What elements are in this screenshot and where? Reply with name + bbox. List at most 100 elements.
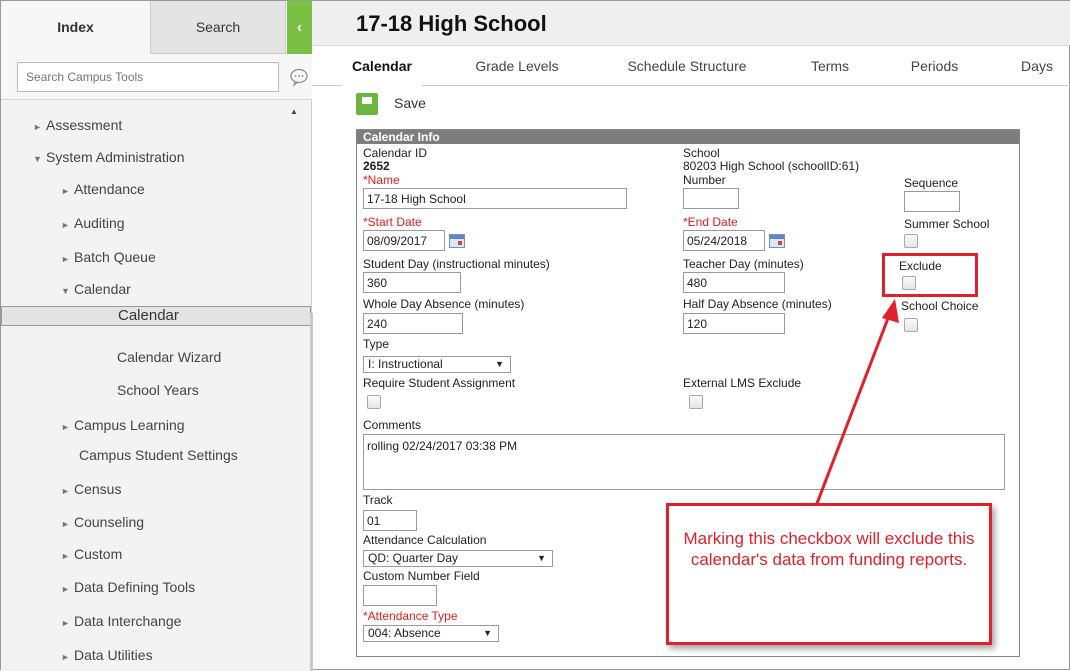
school-choice-label: School Choice [901, 299, 979, 313]
tab-search[interactable]: Search [151, 1, 286, 54]
attendance-calculation-label: Attendance Calculation [363, 533, 487, 547]
sidebar-item-label: Campus Student Settings [79, 447, 238, 463]
collapse-sidebar-button[interactable]: ‹ [287, 1, 312, 54]
attendance-type-label: *Attendance Type [363, 609, 458, 623]
chevron-right-icon: ► [61, 220, 70, 230]
whole-day-absence-input[interactable] [363, 313, 463, 334]
teacher-day-label: Teacher Day (minutes) [683, 257, 804, 271]
comments-textarea[interactable]: rolling 02/24/2017 03:38 PM [363, 434, 1005, 490]
whole-day-absence-label: Whole Day Absence (minutes) [363, 297, 525, 311]
callout-note: Marking this checkbox will exclude this … [666, 503, 992, 645]
save-disk-icon [356, 93, 378, 115]
sidebar-item-data-defining-tools[interactable]: ► Data Defining Tools [1, 571, 311, 603]
chevron-right-icon: ► [61, 254, 70, 264]
sequence-input[interactable] [904, 191, 960, 212]
sequence-label: Sequence [904, 176, 959, 190]
search-input[interactable] [17, 62, 279, 92]
sidebar-item-calendar[interactable]: Calendar [1, 306, 311, 326]
school-choice-checkbox[interactable] [904, 318, 918, 332]
sidebar-item-calendar-wizard[interactable]: Calendar Wizard [1, 341, 311, 373]
tab-terms[interactable]: Terms [800, 46, 860, 86]
school-value: 80203 High School (schoolID:61) [683, 159, 860, 173]
sidebar-item-census[interactable]: ► Census [1, 473, 311, 505]
page-title: 17-18 High School [356, 11, 547, 36]
calendar-picker-icon[interactable] [449, 234, 465, 248]
tab-schedule-structure[interactable]: Schedule Structure [612, 46, 762, 86]
sidebar-item-campus-student-settings[interactable]: Campus Student Settings [1, 439, 311, 471]
summer-school-label: Summer School [904, 217, 990, 231]
sidebar-item-label: Data Interchange [74, 613, 182, 629]
require-assignment-checkbox[interactable] [367, 395, 381, 409]
tab-periods[interactable]: Periods [897, 46, 972, 86]
attendance-type-select[interactable]: 004: Absence ▼ [363, 625, 499, 642]
sidebar-item-batch-queue[interactable]: ► Batch Queue [1, 241, 311, 273]
teacher-day-input[interactable] [683, 272, 785, 293]
external-lms-label: External LMS Exclude [683, 376, 802, 390]
custom-number-input[interactable] [363, 585, 437, 606]
search-row [1, 54, 312, 100]
chevron-right-icon: ► [61, 618, 70, 628]
sidebar-item-label: Campus Learning [74, 417, 185, 433]
sidebar-item-label: Custom [74, 546, 123, 562]
panel-header: Calendar Info [357, 130, 1019, 144]
tab-index[interactable]: Index [1, 1, 151, 54]
attendance-type-value: 004: Absence [368, 626, 441, 640]
sidebar-item-counseling[interactable]: ► Counseling [1, 506, 311, 538]
sidebar: Index Search ‹ ▲ ►Assessment ▼System Adm… [1, 1, 313, 671]
sidebar-item-campus-learning[interactable]: ► Campus Learning [1, 409, 311, 441]
tab-bar: Calendar Grade Levels Schedule Structure… [312, 46, 1070, 86]
sidebar-item-label: Calendar Wizard [117, 349, 222, 365]
type-select[interactable]: I: Instructional ▼ [363, 356, 511, 373]
sidebar-item-data-interchange[interactable]: ► Data Interchange [1, 605, 311, 637]
track-label: Track [363, 493, 393, 507]
chevron-right-icon: ► [61, 519, 70, 529]
number-label: Number [683, 173, 726, 187]
sidebar-item-label: Data Defining Tools [74, 579, 196, 595]
sidebar-item-label: Attendance [74, 181, 145, 197]
sidebar-nav: ► Assessment ▼ System Administration ► Atte… [1, 101, 311, 671]
title-bar: 17-18 High School [312, 1, 1070, 46]
student-day-label: Student Day (instructional minutes) [363, 257, 550, 271]
sidebar-item-label: Batch Queue [74, 249, 156, 265]
tab-days[interactable]: Days [1012, 46, 1062, 86]
external-lms-checkbox[interactable] [689, 395, 703, 409]
comments-label: Comments [363, 418, 422, 432]
sidebar-item-calendar-folder[interactable]: ▼ Calendar [1, 273, 311, 305]
sidebar-item-system-administration[interactable]: ▼ System Administration [1, 141, 311, 173]
sidebar-item-label: System Administration [46, 149, 185, 165]
sidebar-item-label: School Years [117, 382, 199, 398]
number-input[interactable] [683, 188, 739, 209]
sidebar-item-attendance[interactable]: ► Attendance [1, 173, 311, 205]
sidebar-item-label: Counseling [74, 514, 145, 530]
chevron-down-icon: ▼ [33, 154, 42, 164]
sidebar-item-label: Data Utilities [74, 647, 153, 663]
tab-calendar[interactable]: Calendar [342, 46, 422, 86]
sidebar-item-data-utilities[interactable]: ► Data Utilities [1, 639, 311, 671]
half-day-absence-label: Half Day Absence (minutes) [683, 297, 832, 311]
track-input[interactable] [363, 510, 417, 531]
chevron-right-icon: ► [33, 122, 42, 132]
dropdown-arrow-icon: ▼ [537, 553, 546, 563]
start-date-input[interactable] [363, 230, 445, 251]
chevron-right-icon: ► [61, 186, 70, 196]
sidebar-item-label: Census [74, 481, 122, 497]
student-day-input[interactable] [363, 272, 461, 293]
chat-bubble-icon[interactable] [289, 67, 309, 87]
end-date-input[interactable] [683, 230, 765, 251]
sidebar-item-assessment[interactable]: ► Assessment [1, 109, 311, 141]
name-label: *Name [363, 173, 400, 187]
attendance-calculation-select[interactable]: QD: Quarter Day ▼ [363, 550, 553, 567]
sidebar-item-custom[interactable]: ► Custom [1, 538, 311, 570]
sidebar-item-auditing[interactable]: ► Auditing [1, 207, 311, 239]
half-day-absence-input[interactable] [683, 313, 785, 334]
attendance-calculation-value: QD: Quarter Day [368, 551, 459, 565]
summer-school-checkbox[interactable] [904, 234, 918, 248]
chevron-right-icon: ► [61, 584, 70, 594]
sidebar-item-label: Calendar [74, 281, 131, 297]
name-input[interactable] [363, 188, 627, 209]
dropdown-arrow-icon: ▼ [495, 359, 504, 369]
tab-grade-levels[interactable]: Grade Levels [462, 46, 572, 86]
require-assignment-label: Require Student Assignment [363, 376, 516, 390]
calendar-picker-icon[interactable] [769, 234, 785, 248]
sidebar-item-school-years[interactable]: School Years [1, 374, 311, 406]
